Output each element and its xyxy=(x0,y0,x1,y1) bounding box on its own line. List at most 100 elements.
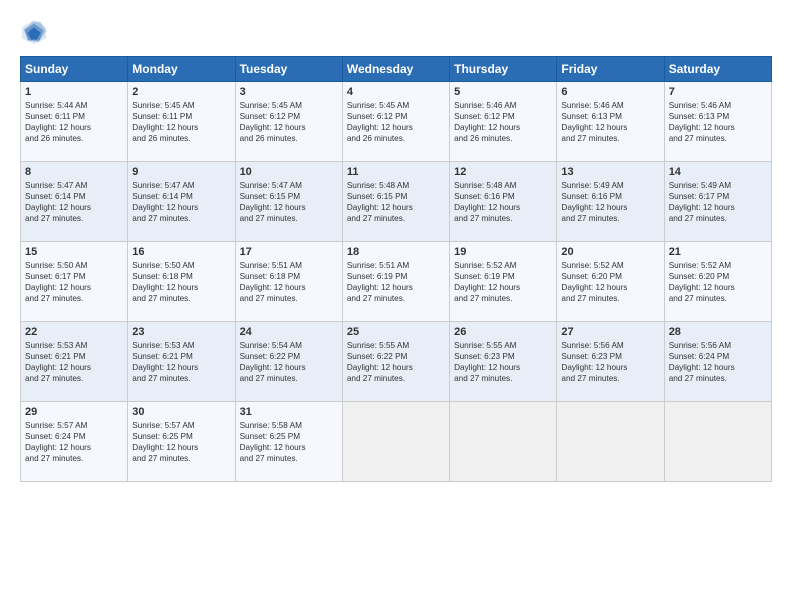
day-number: 28 xyxy=(669,326,767,338)
calendar-day-18: 18 Sunrise: 5:51 AM Sunset: 6:19 PM Dayli… xyxy=(342,242,449,322)
day-number: 20 xyxy=(561,246,659,258)
col-header-tuesday: Tuesday xyxy=(235,57,342,82)
day-info: Sunrise: 5:46 AM Sunset: 6:13 PM Dayligh… xyxy=(561,100,659,144)
calendar-day-empty xyxy=(342,402,449,482)
day-info: Sunrise: 5:56 AM Sunset: 6:24 PM Dayligh… xyxy=(669,340,767,384)
calendar-day-24: 24 Sunrise: 5:54 AM Sunset: 6:22 PM Dayli… xyxy=(235,322,342,402)
day-number: 27 xyxy=(561,326,659,338)
logo xyxy=(20,18,52,46)
day-number: 9 xyxy=(132,166,230,178)
calendar-day-16: 16 Sunrise: 5:50 AM Sunset: 6:18 PM Dayli… xyxy=(128,242,235,322)
header xyxy=(20,18,772,46)
calendar-day-26: 26 Sunrise: 5:55 AM Sunset: 6:23 PM Dayli… xyxy=(450,322,557,402)
calendar-day-12: 12 Sunrise: 5:48 AM Sunset: 6:16 PM Dayli… xyxy=(450,162,557,242)
calendar-day-22: 22 Sunrise: 5:53 AM Sunset: 6:21 PM Dayli… xyxy=(21,322,128,402)
day-info: Sunrise: 5:53 AM Sunset: 6:21 PM Dayligh… xyxy=(25,340,123,384)
col-header-saturday: Saturday xyxy=(664,57,771,82)
day-info: Sunrise: 5:52 AM Sunset: 6:20 PM Dayligh… xyxy=(561,260,659,304)
logo-icon xyxy=(20,18,48,46)
day-number: 24 xyxy=(240,326,338,338)
calendar-week-3: 22 Sunrise: 5:53 AM Sunset: 6:21 PM Dayli… xyxy=(21,322,772,402)
header-row: SundayMondayTuesdayWednesdayThursdayFrid… xyxy=(21,57,772,82)
calendar-day-3: 3Sunrise: 5:45 AM Sunset: 6:12 PM Daylig… xyxy=(235,82,342,162)
col-header-wednesday: Wednesday xyxy=(342,57,449,82)
day-info: Sunrise: 5:49 AM Sunset: 6:16 PM Dayligh… xyxy=(561,180,659,224)
day-info: Sunrise: 5:57 AM Sunset: 6:25 PM Dayligh… xyxy=(132,420,230,464)
day-number: 29 xyxy=(25,406,123,418)
calendar-day-25: 25Sunrise: 5:55 AM Sunset: 6:22 PM Dayli… xyxy=(342,322,449,402)
day-number: 2 xyxy=(132,86,230,98)
day-info: Sunrise: 5:51 AM Sunset: 6:19 PM Dayligh… xyxy=(347,260,445,304)
col-header-monday: Monday xyxy=(128,57,235,82)
day-info: Sunrise: 5:55 AM Sunset: 6:23 PM Dayligh… xyxy=(454,340,552,384)
day-info: Sunrise: 5:47 AM Sunset: 6:14 PM Dayligh… xyxy=(25,180,123,224)
day-number: 18 xyxy=(347,246,445,258)
day-info: Sunrise: 5:52 AM Sunset: 6:20 PM Dayligh… xyxy=(669,260,767,304)
calendar-day-15: 15 Sunrise: 5:50 AM Sunset: 6:17 PM Dayli… xyxy=(21,242,128,322)
day-info: Sunrise: 5:58 AM Sunset: 6:25 PM Dayligh… xyxy=(240,420,338,464)
calendar-day-8: 8Sunrise: 5:47 AM Sunset: 6:14 PM Daylig… xyxy=(21,162,128,242)
calendar-day-10: 10 Sunrise: 5:47 AM Sunset: 6:15 PM Dayli… xyxy=(235,162,342,242)
day-info: Sunrise: 5:50 AM Sunset: 6:17 PM Dayligh… xyxy=(25,260,123,304)
day-info: Sunrise: 5:50 AM Sunset: 6:18 PM Dayligh… xyxy=(132,260,230,304)
day-info: Sunrise: 5:52 AM Sunset: 6:19 PM Dayligh… xyxy=(454,260,552,304)
calendar-week-4: 29 Sunrise: 5:57 AM Sunset: 6:24 PM Dayli… xyxy=(21,402,772,482)
calendar-day-9: 9 Sunrise: 5:47 AM Sunset: 6:14 PM Daylig… xyxy=(128,162,235,242)
day-info: Sunrise: 5:53 AM Sunset: 6:21 PM Dayligh… xyxy=(132,340,230,384)
day-number: 31 xyxy=(240,406,338,418)
day-number: 15 xyxy=(25,246,123,258)
col-header-sunday: Sunday xyxy=(21,57,128,82)
calendar-day-13: 13Sunrise: 5:49 AM Sunset: 6:16 PM Dayli… xyxy=(557,162,664,242)
calendar-day-30: 30 Sunrise: 5:57 AM Sunset: 6:25 PM Dayli… xyxy=(128,402,235,482)
day-number: 7 xyxy=(669,86,767,98)
day-number: 4 xyxy=(347,86,445,98)
day-info: Sunrise: 5:45 AM Sunset: 6:12 PM Dayligh… xyxy=(347,100,445,144)
calendar-day-4: 4 Sunrise: 5:45 AM Sunset: 6:12 PM Daylig… xyxy=(342,82,449,162)
day-number: 26 xyxy=(454,326,552,338)
day-number: 14 xyxy=(669,166,767,178)
day-number: 17 xyxy=(240,246,338,258)
day-info: Sunrise: 5:47 AM Sunset: 6:14 PM Dayligh… xyxy=(132,180,230,224)
calendar-day-empty xyxy=(664,402,771,482)
day-info: Sunrise: 5:44 AM Sunset: 6:11 PM Dayligh… xyxy=(25,100,123,144)
day-number: 11 xyxy=(347,166,445,178)
day-number: 16 xyxy=(132,246,230,258)
calendar-page: SundayMondayTuesdayWednesdayThursdayFrid… xyxy=(0,0,792,612)
day-number: 10 xyxy=(240,166,338,178)
day-number: 23 xyxy=(132,326,230,338)
calendar-day-19: 19Sunrise: 5:52 AM Sunset: 6:19 PM Dayli… xyxy=(450,242,557,322)
day-number: 1 xyxy=(25,86,123,98)
day-info: Sunrise: 5:48 AM Sunset: 6:16 PM Dayligh… xyxy=(454,180,552,224)
calendar-day-28: 28 Sunrise: 5:56 AM Sunset: 6:24 PM Dayli… xyxy=(664,322,771,402)
day-info: Sunrise: 5:46 AM Sunset: 6:13 PM Dayligh… xyxy=(669,100,767,144)
calendar-day-27: 27Sunrise: 5:56 AM Sunset: 6:23 PM Dayli… xyxy=(557,322,664,402)
day-info: Sunrise: 5:46 AM Sunset: 6:12 PM Dayligh… xyxy=(454,100,552,144)
calendar-week-1: 8Sunrise: 5:47 AM Sunset: 6:14 PM Daylig… xyxy=(21,162,772,242)
day-number: 25 xyxy=(347,326,445,338)
day-info: Sunrise: 5:47 AM Sunset: 6:15 PM Dayligh… xyxy=(240,180,338,224)
day-number: 12 xyxy=(454,166,552,178)
calendar-table: SundayMondayTuesdayWednesdayThursdayFrid… xyxy=(20,56,772,482)
day-info: Sunrise: 5:49 AM Sunset: 6:17 PM Dayligh… xyxy=(669,180,767,224)
calendar-day-1: 1 Sunrise: 5:44 AM Sunset: 6:11 PM Daylig… xyxy=(21,82,128,162)
day-info: Sunrise: 5:48 AM Sunset: 6:15 PM Dayligh… xyxy=(347,180,445,224)
day-info: Sunrise: 5:51 AM Sunset: 6:18 PM Dayligh… xyxy=(240,260,338,304)
day-number: 3 xyxy=(240,86,338,98)
calendar-day-17: 17 Sunrise: 5:51 AM Sunset: 6:18 PM Dayli… xyxy=(235,242,342,322)
calendar-day-11: 11 Sunrise: 5:48 AM Sunset: 6:15 PM Dayli… xyxy=(342,162,449,242)
day-info: Sunrise: 5:45 AM Sunset: 6:11 PM Dayligh… xyxy=(132,100,230,144)
calendar-day-14: 14 Sunrise: 5:49 AM Sunset: 6:17 PM Dayli… xyxy=(664,162,771,242)
day-number: 22 xyxy=(25,326,123,338)
calendar-day-6: 6 Sunrise: 5:46 AM Sunset: 6:13 PM Daylig… xyxy=(557,82,664,162)
day-number: 5 xyxy=(454,86,552,98)
day-number: 30 xyxy=(132,406,230,418)
calendar-day-23: 23 Sunrise: 5:53 AM Sunset: 6:21 PM Dayli… xyxy=(128,322,235,402)
calendar-day-empty xyxy=(557,402,664,482)
calendar-week-2: 15 Sunrise: 5:50 AM Sunset: 6:17 PM Dayli… xyxy=(21,242,772,322)
day-number: 6 xyxy=(561,86,659,98)
calendar-day-empty xyxy=(450,402,557,482)
calendar-day-20: 20 Sunrise: 5:52 AM Sunset: 6:20 PM Dayli… xyxy=(557,242,664,322)
day-info: Sunrise: 5:54 AM Sunset: 6:22 PM Dayligh… xyxy=(240,340,338,384)
calendar-week-0: 1 Sunrise: 5:44 AM Sunset: 6:11 PM Daylig… xyxy=(21,82,772,162)
day-info: Sunrise: 5:57 AM Sunset: 6:24 PM Dayligh… xyxy=(25,420,123,464)
